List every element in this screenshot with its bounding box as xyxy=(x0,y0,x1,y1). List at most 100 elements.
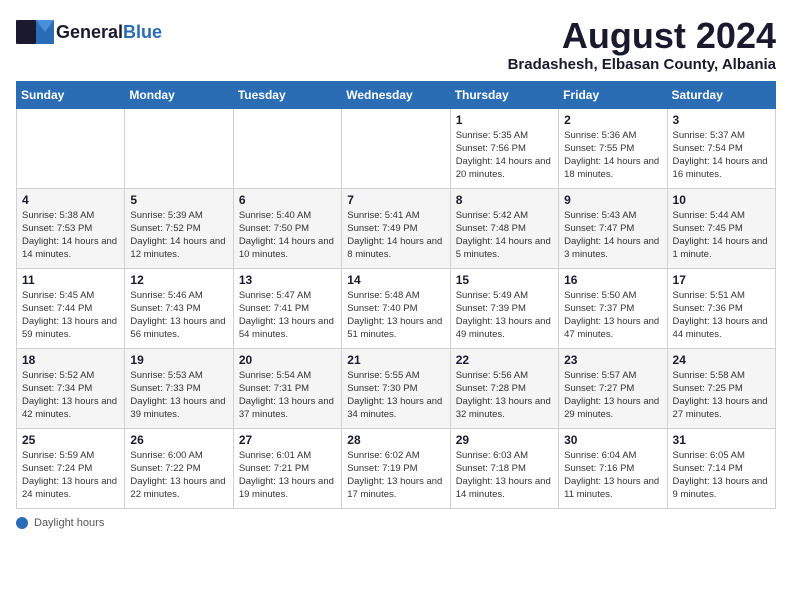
day-number: 19 xyxy=(130,353,227,367)
title-block: August 2024 Bradashesh, Elbasan County, … xyxy=(508,16,776,73)
day-info: Sunrise: 5:44 AM Sunset: 7:45 PM Dayligh… xyxy=(673,209,770,262)
day-number: 7 xyxy=(347,193,444,207)
calendar-week-row: 25Sunrise: 5:59 AM Sunset: 7:24 PM Dayli… xyxy=(17,428,776,508)
day-number: 17 xyxy=(673,273,770,287)
legend-label: Daylight hours xyxy=(34,517,104,529)
header-thursday: Thursday xyxy=(450,81,558,108)
day-number: 13 xyxy=(239,273,336,287)
logo-blue: Blue xyxy=(123,22,162,43)
page-header: General Blue August 2024 Bradashesh, Elb… xyxy=(16,16,776,73)
day-info: Sunrise: 5:55 AM Sunset: 7:30 PM Dayligh… xyxy=(347,369,444,422)
calendar-week-row: 1 Sunrise: 5:35 AM Sunset: 7:56 PM Daylig… xyxy=(17,108,776,188)
day-info: Sunrise: 5:58 AM Sunset: 7:25 PM Dayligh… xyxy=(673,369,770,422)
day-number: 28 xyxy=(347,433,444,447)
calendar-cell: 16 Sunrise: 5:50 AM Sunset: 7:37 PM Dayli… xyxy=(559,268,667,348)
day-info: Sunrise: 5:46 AM Sunset: 7:43 PM Dayligh… xyxy=(130,289,227,342)
day-info: Sunrise: 5:49 AM Sunset: 7:39 PM Dayligh… xyxy=(456,289,553,342)
calendar-cell: 12 Sunrise: 5:46 AM Sunset: 7:43 PM Dayli… xyxy=(125,268,233,348)
calendar-cell: 9 Sunrise: 5:43 AM Sunset: 7:47 PM Daylig… xyxy=(559,188,667,268)
day-info: Sunrise: 5:57 AM Sunset: 7:27 PM Dayligh… xyxy=(564,369,661,422)
day-info: Sunrise: 5:47 AM Sunset: 7:41 PM Dayligh… xyxy=(239,289,336,342)
day-number: 25 xyxy=(22,433,119,447)
day-info: Sunrise: 5:35 AM Sunset: 7:56 PM Dayligh… xyxy=(456,129,553,182)
calendar-cell: 17 Sunrise: 5:51 AM Sunset: 7:36 PM Dayli… xyxy=(667,268,775,348)
day-info: Sunrise: 6:05 AM Sunset: 7:14 PM Dayligh… xyxy=(673,449,770,502)
day-number: 22 xyxy=(456,353,553,367)
calendar-week-row: 11 Sunrise: 5:45 AM Sunset: 7:44 PM Dayli… xyxy=(17,268,776,348)
day-info: Sunrise: 5:40 AM Sunset: 7:50 PM Dayligh… xyxy=(239,209,336,262)
calendar-cell: 10 Sunrise: 5:44 AM Sunset: 7:45 PM Dayli… xyxy=(667,188,775,268)
calendar-header-row: SundayMondayTuesdayWednesdayThursdayFrid… xyxy=(17,81,776,108)
header-wednesday: Wednesday xyxy=(342,81,450,108)
calendar-cell: 11 Sunrise: 5:45 AM Sunset: 7:44 PM Dayli… xyxy=(17,268,125,348)
calendar-week-row: 18 Sunrise: 5:52 AM Sunset: 7:34 PM Dayli… xyxy=(17,348,776,428)
day-number: 23 xyxy=(564,353,661,367)
calendar-cell: 3 Sunrise: 5:37 AM Sunset: 7:54 PM Daylig… xyxy=(667,108,775,188)
calendar-cell: 24 Sunrise: 5:58 AM Sunset: 7:25 PM Dayli… xyxy=(667,348,775,428)
day-number: 6 xyxy=(239,193,336,207)
calendar-cell: 2Sunrise: 5:36 AM Sunset: 7:55 PM Daylig… xyxy=(559,108,667,188)
day-number: 18 xyxy=(22,353,119,367)
day-number: 30 xyxy=(564,433,661,447)
day-number: 3 xyxy=(673,113,770,127)
day-info: Sunrise: 5:38 AM Sunset: 7:53 PM Dayligh… xyxy=(22,209,119,262)
day-number: 9 xyxy=(564,193,661,207)
day-info: Sunrise: 5:41 AM Sunset: 7:49 PM Dayligh… xyxy=(347,209,444,262)
day-info: Sunrise: 5:39 AM Sunset: 7:52 PM Dayligh… xyxy=(130,209,227,262)
calendar-cell: 30 Sunrise: 6:04 AM Sunset: 7:16 PM Dayli… xyxy=(559,428,667,508)
day-number: 26 xyxy=(130,433,227,447)
day-number: 31 xyxy=(673,433,770,447)
day-info: Sunrise: 5:45 AM Sunset: 7:44 PM Dayligh… xyxy=(22,289,119,342)
day-number: 21 xyxy=(347,353,444,367)
logo-icon xyxy=(16,16,54,48)
legend-dot xyxy=(16,517,28,529)
day-info: Sunrise: 6:03 AM Sunset: 7:18 PM Dayligh… xyxy=(456,449,553,502)
day-info: Sunrise: 5:52 AM Sunset: 7:34 PM Dayligh… xyxy=(22,369,119,422)
calendar-cell: 27Sunrise: 6:01 AM Sunset: 7:21 PM Dayli… xyxy=(233,428,341,508)
calendar-cell xyxy=(233,108,341,188)
calendar-cell: 4 Sunrise: 5:38 AM Sunset: 7:53 PM Daylig… xyxy=(17,188,125,268)
day-number: 11 xyxy=(22,273,119,287)
day-info: Sunrise: 6:04 AM Sunset: 7:16 PM Dayligh… xyxy=(564,449,661,502)
day-info: Sunrise: 5:37 AM Sunset: 7:54 PM Dayligh… xyxy=(673,129,770,182)
day-info: Sunrise: 5:50 AM Sunset: 7:37 PM Dayligh… xyxy=(564,289,661,342)
day-number: 12 xyxy=(130,273,227,287)
day-info: Sunrise: 5:48 AM Sunset: 7:40 PM Dayligh… xyxy=(347,289,444,342)
calendar-week-row: 4 Sunrise: 5:38 AM Sunset: 7:53 PM Daylig… xyxy=(17,188,776,268)
day-number: 24 xyxy=(673,353,770,367)
calendar-cell: 25Sunrise: 5:59 AM Sunset: 7:24 PM Dayli… xyxy=(17,428,125,508)
calendar-cell: 28 Sunrise: 6:02 AM Sunset: 7:19 PM Dayli… xyxy=(342,428,450,508)
day-number: 15 xyxy=(456,273,553,287)
day-number: 8 xyxy=(456,193,553,207)
day-info: Sunrise: 6:02 AM Sunset: 7:19 PM Dayligh… xyxy=(347,449,444,502)
calendar-cell: 14 Sunrise: 5:48 AM Sunset: 7:40 PM Dayli… xyxy=(342,268,450,348)
header-tuesday: Tuesday xyxy=(233,81,341,108)
calendar-cell: 23 Sunrise: 5:57 AM Sunset: 7:27 PM Dayli… xyxy=(559,348,667,428)
day-number: 10 xyxy=(673,193,770,207)
day-info: Sunrise: 5:36 AM Sunset: 7:55 PM Dayligh… xyxy=(564,129,661,182)
day-info: Sunrise: 5:43 AM Sunset: 7:47 PM Dayligh… xyxy=(564,209,661,262)
day-number: 5 xyxy=(130,193,227,207)
month-year-title: August 2024 xyxy=(508,16,776,56)
calendar-cell: 21 Sunrise: 5:55 AM Sunset: 7:30 PM Dayli… xyxy=(342,348,450,428)
header-saturday: Saturday xyxy=(667,81,775,108)
calendar-table: SundayMondayTuesdayWednesdayThursdayFrid… xyxy=(16,81,776,509)
logo-general: General xyxy=(56,22,123,43)
day-info: Sunrise: 5:42 AM Sunset: 7:48 PM Dayligh… xyxy=(456,209,553,262)
calendar-cell xyxy=(17,108,125,188)
day-info: Sunrise: 5:51 AM Sunset: 7:36 PM Dayligh… xyxy=(673,289,770,342)
calendar-cell: 6 Sunrise: 5:40 AM Sunset: 7:50 PM Daylig… xyxy=(233,188,341,268)
calendar-cell: 8 Sunrise: 5:42 AM Sunset: 7:48 PM Daylig… xyxy=(450,188,558,268)
day-number: 14 xyxy=(347,273,444,287)
calendar-cell xyxy=(125,108,233,188)
day-number: 16 xyxy=(564,273,661,287)
header-sunday: Sunday xyxy=(17,81,125,108)
calendar-cell: 29Sunrise: 6:03 AM Sunset: 7:18 PM Dayli… xyxy=(450,428,558,508)
header-friday: Friday xyxy=(559,81,667,108)
calendar-cell: 7 Sunrise: 5:41 AM Sunset: 7:49 PM Daylig… xyxy=(342,188,450,268)
day-number: 20 xyxy=(239,353,336,367)
day-info: Sunrise: 5:54 AM Sunset: 7:31 PM Dayligh… xyxy=(239,369,336,422)
day-number: 4 xyxy=(22,193,119,207)
day-number: 1 xyxy=(456,113,553,127)
calendar-cell: 20 Sunrise: 5:54 AM Sunset: 7:31 PM Dayli… xyxy=(233,348,341,428)
